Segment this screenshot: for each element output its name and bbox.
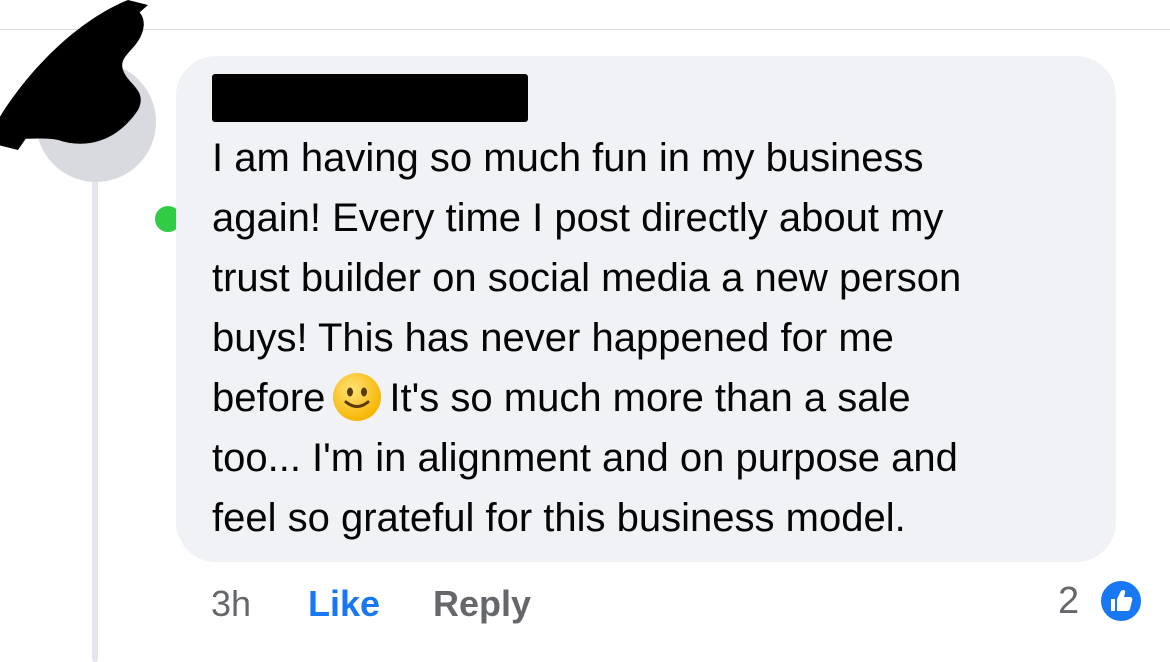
author-name-redaction (212, 74, 528, 122)
comment-text: I am having so much fun in my business ag… (212, 128, 1102, 548)
like-button[interactable]: Like (308, 584, 380, 624)
slightly-smiling-face-icon (333, 373, 382, 421)
comment-bubble: S I am having so much fun in my business… (176, 56, 1116, 562)
like-thumbs-up-icon (1099, 579, 1143, 623)
comment-line: feel so grateful for this business model… (212, 496, 906, 540)
comment-line: buys! This has never happened for me (212, 316, 894, 360)
comment-line: before It's so much more than a sale (212, 373, 911, 421)
comment-line: I am having so much fun in my business (212, 136, 924, 180)
thread-line (92, 178, 98, 662)
reply-button[interactable]: Reply (433, 584, 531, 624)
comment-line-fragment: It's so much more than a sale (389, 376, 911, 420)
top-divider (0, 29, 1170, 30)
timestamp[interactable]: 3h (211, 584, 251, 624)
comment-line: again! Every time I post directly about … (212, 196, 944, 240)
reaction-count: 2 (1058, 580, 1080, 622)
comment-line-fragment: before (212, 376, 326, 420)
comment-line: trust builder on social media a new pers… (212, 256, 962, 300)
comment-line: too... I'm in alignment and on purpose a… (212, 436, 958, 480)
avatar-redaction-scribble (0, 0, 148, 150)
avatar[interactable] (0, 0, 186, 237)
